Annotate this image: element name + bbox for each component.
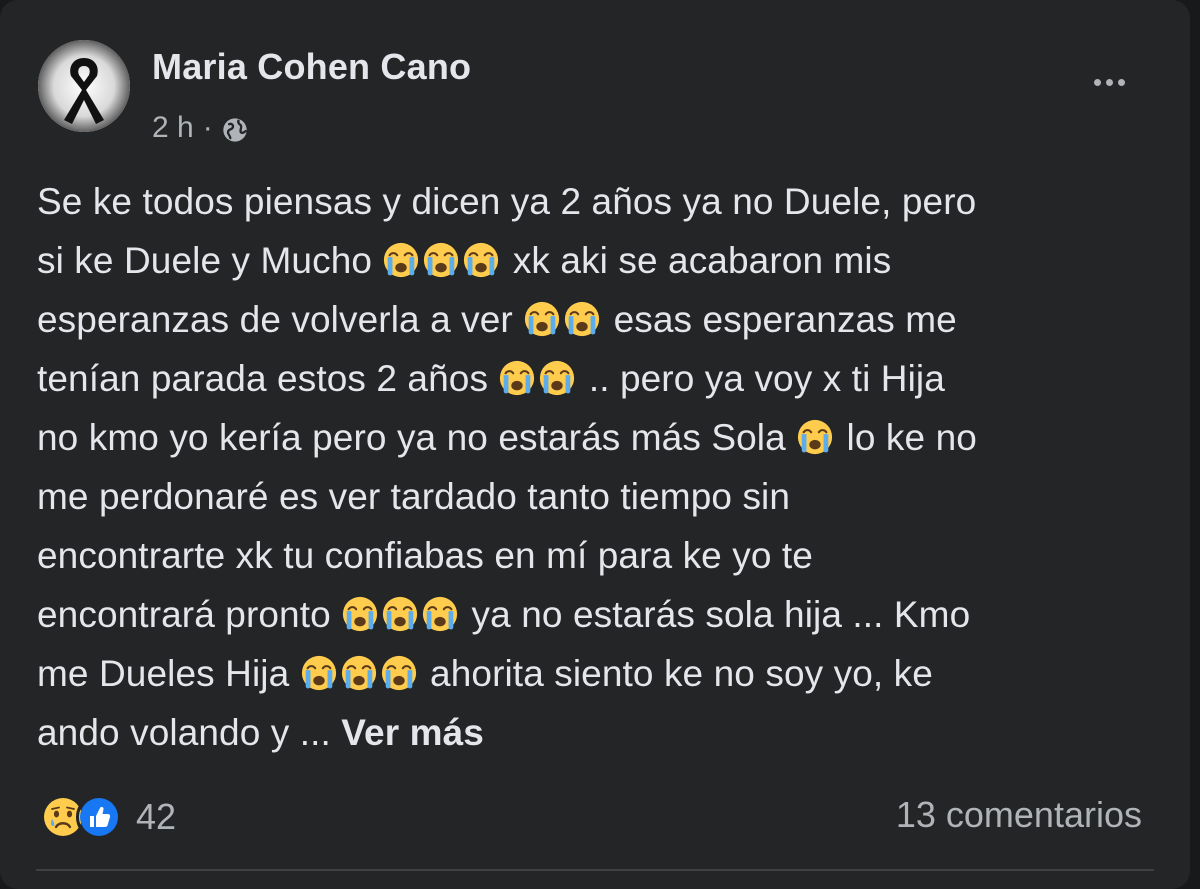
- loudly-crying-face-emoji: [382, 237, 420, 278]
- post-meta: 2 h ·: [152, 108, 249, 148]
- mourning-ribbon-icon: [38, 40, 130, 132]
- post-body-line: Se ke todos piensas y dicen ya 2 años ya…: [37, 172, 1167, 231]
- reaction-count: 42: [136, 796, 177, 837]
- more-dot: [1117, 78, 1125, 86]
- loudly-crying-face-emoji: [538, 355, 576, 396]
- post-text-segment: lo ke no: [836, 417, 977, 458]
- post-text-segment: me perdonaré es ver tardado tanto tiempo…: [37, 476, 791, 517]
- loudly-crying-face-emoji: [563, 296, 601, 337]
- post-text-segment: esperanzas de volverla a ver: [37, 299, 524, 340]
- loudly-crying-face-emoji: [300, 650, 338, 691]
- post-text-segment: si ke Duele y Mucho: [37, 240, 383, 281]
- loudly-crying-face-emoji: [380, 650, 418, 691]
- post-body-line: me Dueles Hija ahorita siento ke no soy …: [37, 644, 1167, 703]
- post-body-line: tenían parada estos 2 años .. pero ya vo…: [37, 349, 1167, 408]
- post-text-segment: Se ke todos piensas y dicen ya 2 años ya…: [37, 181, 977, 222]
- post-body-line: encontrarte xk tu confiabas en mí para k…: [37, 526, 1167, 585]
- loudly-crying-face-emoji: [498, 355, 536, 396]
- loudly-crying-face-emoji: [341, 591, 379, 632]
- post-text-segment: ando volando y ...: [37, 712, 342, 753]
- loudly-crying-face-emoji: [422, 237, 460, 278]
- loudly-crying-face-emoji: [340, 650, 378, 691]
- more-dot: [1105, 78, 1113, 86]
- post-timestamp[interactable]: 2 h: [152, 111, 194, 145]
- more-dot: [1093, 78, 1101, 86]
- post-body-line: no kmo yo kería pero ya no estarás más S…: [37, 408, 1167, 467]
- post-text-segment: esas esperanzas me: [603, 299, 957, 340]
- post-text-segment: me Dueles Hija: [37, 653, 300, 694]
- post-text-segment: .. pero ya voy x ti Hija: [578, 358, 945, 399]
- footer-divider: [36, 869, 1154, 871]
- post-text-segment: ahorita siento ke no soy yo, ke: [419, 653, 933, 694]
- loudly-crying-face-emoji: [381, 591, 419, 632]
- post-text-segment: tenían parada estos 2 años: [37, 358, 499, 399]
- loudly-crying-face-emoji: [462, 237, 500, 278]
- loudly-crying-face-emoji: [523, 296, 561, 337]
- post-text-segment: ya no estarás sola hija ... Kmo: [461, 594, 971, 635]
- author-name[interactable]: Maria Cohen Cano: [152, 46, 471, 88]
- loudly-crying-face-emoji: [796, 414, 834, 455]
- reactions-summary[interactable]: 42: [40, 792, 176, 842]
- post-card: Maria Cohen Cano 2 h · Se ke todos piens…: [0, 0, 1190, 889]
- more-options-button[interactable]: [1084, 60, 1134, 104]
- like-reaction-icon: [76, 794, 122, 840]
- meta-separator: ·: [202, 111, 213, 144]
- loudly-crying-face-emoji: [421, 591, 459, 632]
- post-text-segment: encontrarte xk tu confiabas en mí para k…: [37, 535, 813, 576]
- post-text-segment: xk aki se acabaron mis: [502, 240, 892, 281]
- comments-count-link[interactable]: 13 comentarios: [896, 794, 1142, 836]
- post-body-line: me perdonaré es ver tardado tanto tiempo…: [37, 467, 1167, 526]
- see-more-link[interactable]: Ver más: [341, 712, 484, 753]
- post-body-line: esperanzas de volverla a ver esas espera…: [37, 290, 1167, 349]
- post-body-line: encontrará pronto ya no estarás sola hij…: [37, 585, 1167, 644]
- post-body-line: si ke Duele y Mucho xk aki se acabaron m…: [37, 231, 1167, 290]
- post-body-line: ando volando y ... Ver más: [37, 703, 1167, 762]
- post-body: Se ke todos piensas y dicen ya 2 años ya…: [37, 172, 1167, 762]
- post-text-segment: no kmo yo kería pero ya no estarás más S…: [37, 417, 797, 458]
- post-text-segment: encontrará pronto: [37, 594, 342, 635]
- globe-icon[interactable]: [221, 116, 249, 144]
- author-avatar[interactable]: [38, 40, 130, 132]
